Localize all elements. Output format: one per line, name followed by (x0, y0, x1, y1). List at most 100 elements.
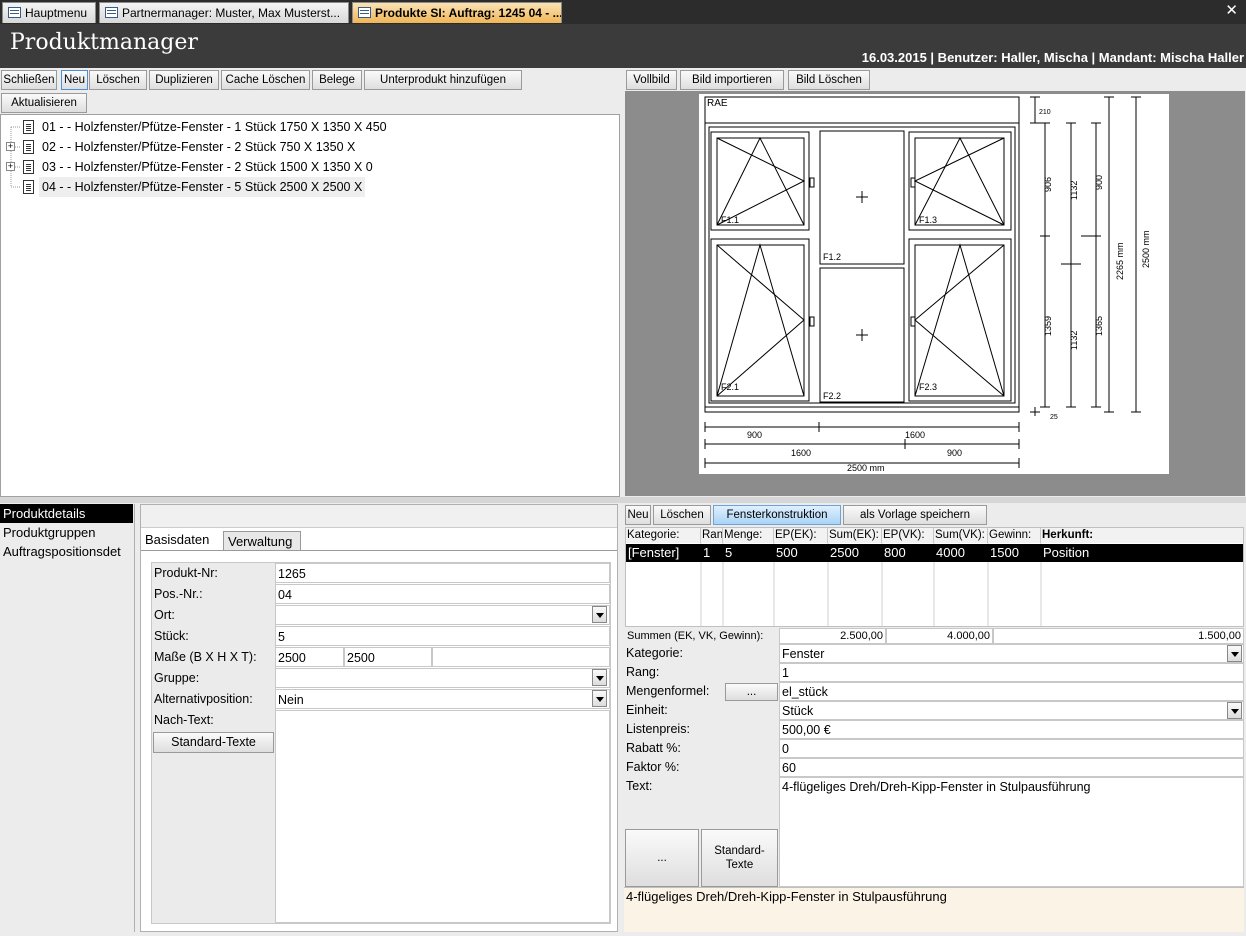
formula-field[interactable]: el_stück (779, 682, 1244, 701)
column-header[interactable]: Menge: (723, 528, 774, 543)
after-text-field[interactable] (275, 710, 610, 923)
rank-field[interactable]: 1 (779, 663, 1244, 682)
nav-auftragspositionsdetails[interactable]: Auftragspositionsdet (0, 542, 133, 561)
column-header[interactable]: EP(EK): (774, 528, 828, 543)
text-picker-button[interactable]: ... (625, 829, 699, 887)
column-header[interactable]: Rang (701, 528, 723, 543)
tab-partnermanager[interactable]: Partnermanager: Muster, Max Musterst... (99, 2, 349, 23)
column-header[interactable]: Herkunft: (1041, 528, 1243, 543)
delete-position-button[interactable]: Löschen (653, 505, 711, 525)
status-line: 16.03.2015 | Benutzer: Haller, Mischa | … (861, 50, 1244, 65)
location-select[interactable] (275, 605, 610, 625)
dimension-label: 210 (1039, 109, 1051, 116)
dimension-label: 906 (1043, 177, 1053, 192)
new-button[interactable]: Neu (61, 70, 88, 90)
text-preview: 4-flügeliges Dreh/Dreh-Kipp-Fenster in S… (624, 887, 1244, 932)
save-template-button[interactable]: als Vorlage speichern (843, 505, 987, 525)
text-field[interactable]: 4-flügeliges Dreh/Dreh-Kipp-Fenster in S… (779, 777, 1244, 887)
form-icon (358, 7, 371, 18)
column-header[interactable]: Sum(EK): (828, 528, 882, 543)
import-image-button[interactable]: Bild importieren (680, 70, 784, 90)
document-icon (23, 140, 34, 154)
navigation-pane: Produktdetails Produktgruppen Auftragspo… (0, 504, 135, 932)
clear-cache-button[interactable]: Cache Löschen (221, 70, 310, 90)
tree-item[interactable]: 01 - - Holzfenster/Pfütze-Fenster - 1 St… (1, 117, 421, 137)
pieces-field[interactable]: 5 (275, 626, 610, 646)
sum-ek-field: 2.500,00 (779, 628, 886, 644)
tab-basisdaten[interactable]: Basisdaten (145, 530, 209, 550)
tree-item[interactable]: + 03 - - Holzfenster/Pfütze-Fenster - 2 … (1, 157, 421, 177)
column-header[interactable]: Kategorie: (626, 528, 701, 543)
standard-texts-button[interactable]: Standard- Texte (701, 829, 778, 887)
sums-label: Summen (EK, VK, Gewinn): (627, 630, 764, 642)
sash-label: F1.2 (823, 252, 841, 262)
factor-label: Faktor %: (626, 760, 680, 774)
chevron-down-icon[interactable] (1227, 702, 1242, 719)
standard-texts-button[interactable]: Standard-Texte (153, 732, 274, 753)
receipts-button[interactable]: Belege (312, 70, 362, 90)
tab-hauptmenu[interactable]: Hauptmenu (2, 2, 96, 23)
chevron-down-icon[interactable] (592, 690, 607, 707)
dimension-label: 1365 (1094, 316, 1104, 336)
chevron-down-icon[interactable] (592, 606, 607, 623)
tab-verwaltung[interactable]: Verwaltung (223, 531, 301, 551)
dimension-label: 1359 (1043, 316, 1053, 336)
column-header[interactable]: EP(VK): (882, 528, 934, 543)
table-row[interactable]: [Fenster] 1 5 500 2500 800 4000 1500 Pos… (626, 544, 1243, 562)
close-button[interactable]: Schließen (1, 70, 57, 90)
tree-item-selected[interactable]: 04 - - Holzfenster/Pfütze-Fenster - 5 St… (1, 177, 421, 197)
height-field[interactable]: 2500 (344, 647, 432, 667)
product-form: Basisdaten Verwaltung Produkt-Nr: 1265 P… (140, 504, 618, 932)
formula-picker-button[interactable]: ... (725, 683, 778, 701)
drawing-header: RAE (707, 98, 728, 109)
refresh-button[interactable]: Aktualisieren (1, 93, 87, 113)
new-position-button[interactable]: Neu (625, 505, 651, 525)
unit-select[interactable]: Stück (779, 701, 1244, 720)
dimension-label: 25 (1050, 414, 1058, 421)
column-header[interactable]: Gewinn: (988, 528, 1041, 543)
splitter-bar[interactable] (0, 497, 1246, 503)
nav-produktdetails[interactable]: Produktdetails (0, 504, 133, 523)
column-header[interactable]: Sum(VK): (934, 528, 988, 543)
dimension-label: 1132 (1069, 331, 1079, 350)
factor-field[interactable]: 60 (779, 758, 1244, 777)
text-label: Text: (626, 779, 653, 793)
product-no-field[interactable]: 1265 (275, 563, 610, 583)
tab-produkte[interactable]: Produkte SI: Auftrag: 1245 04 - ... (352, 2, 562, 23)
width-field[interactable]: 2500 (275, 647, 344, 667)
form-icon (8, 7, 21, 18)
tree-item[interactable]: + 02 - - Holzfenster/Pfütze-Fenster - 2 … (1, 137, 421, 157)
discount-field[interactable]: 0 (779, 739, 1244, 758)
alternative-select[interactable]: Nein (275, 689, 610, 709)
chevron-down-icon[interactable] (592, 669, 607, 686)
window-construction-button[interactable]: Fensterkonstruktion (713, 505, 841, 525)
pos-no-field[interactable]: 04 (275, 584, 610, 604)
group-label: Gruppe: (154, 671, 200, 685)
chevron-down-icon[interactable] (1227, 645, 1242, 662)
document-icon (23, 180, 34, 194)
expand-icon[interactable]: + (6, 162, 15, 171)
location-label: Ort: (154, 608, 175, 622)
delete-button[interactable]: Löschen (89, 70, 147, 90)
dimension-label: 900 (1094, 175, 1104, 190)
unit-label: Einheit: (626, 703, 668, 717)
category-select[interactable]: Fenster (779, 644, 1244, 663)
add-subproduct-button[interactable]: Unterprodukt hinzufügen (364, 70, 522, 90)
delete-image-button[interactable]: Bild Löschen (788, 70, 870, 90)
sash-label: F1.3 (919, 215, 937, 225)
depth-field[interactable] (432, 647, 610, 667)
window-construction-drawing: RAE F1.1 F1.2 F1.3 F2.1 F2.2 F2.3 210 90… (704, 96, 1151, 473)
duplicate-button[interactable]: Duplizieren (149, 70, 219, 90)
group-select[interactable] (275, 668, 610, 688)
expand-icon[interactable]: + (6, 142, 15, 151)
close-icon[interactable]: ✕ (1225, 3, 1238, 19)
list-price-field[interactable]: 500,00 € (779, 720, 1244, 739)
grid-header: Kategorie: Rang Menge: EP(EK): Sum(EK): … (626, 528, 1243, 543)
sash-label: F2.3 (919, 382, 937, 392)
fullscreen-button[interactable]: Vollbild (626, 70, 677, 90)
sum-vk-field: 4.000,00 (886, 628, 993, 644)
category-label: Kategorie: (626, 646, 683, 660)
nav-produktgruppen[interactable]: Produktgruppen (0, 523, 133, 542)
product-tree: 01 - - Holzfenster/Pfütze-Fenster - 1 St… (0, 114, 620, 497)
pieces-label: Stück: (154, 629, 189, 643)
